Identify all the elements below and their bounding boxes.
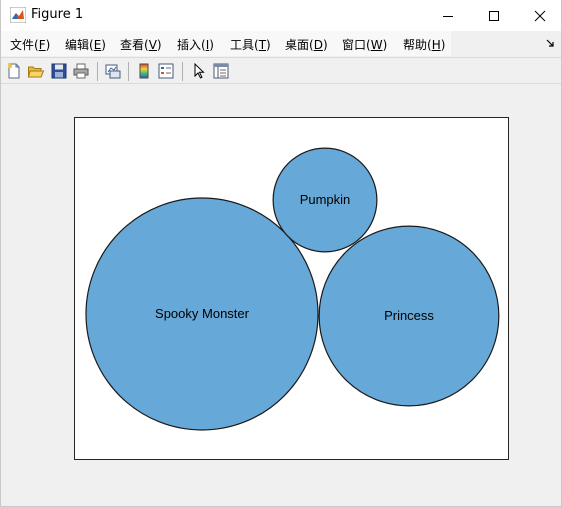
close-button[interactable]: [517, 0, 562, 31]
toolbar-separator: [182, 62, 183, 81]
open-file-icon[interactable]: [27, 62, 45, 80]
figure-window: Figure 1 文件(F) 编辑(E) 查看(V) 插入(I) 工具(T) 桌…: [0, 0, 562, 507]
save-icon[interactable]: [50, 62, 68, 80]
legend-icon[interactable]: [157, 62, 175, 80]
bubble-label: Spooky Monster: [155, 306, 250, 321]
minimize-button[interactable]: [425, 0, 471, 31]
bubble-chart: Spooky Monster Princess Pumpkin: [85, 147, 500, 431]
toolbar-separator: [128, 62, 129, 81]
menu-bar: 文件(F) 编辑(E) 查看(V) 插入(I) 工具(T) 桌面(D) 窗口(W…: [1, 31, 561, 56]
menu-edit[interactable]: 编辑(E): [65, 36, 106, 53]
menu-window[interactable]: 窗口(W): [342, 36, 387, 53]
matlab-icon: [10, 7, 26, 23]
menu-help[interactable]: 帮助(H): [403, 36, 445, 53]
maximize-icon: [489, 10, 499, 21]
print-icon[interactable]: [72, 62, 90, 80]
new-figure-icon[interactable]: [5, 62, 23, 80]
property-inspector-icon[interactable]: [212, 62, 230, 80]
title-bar[interactable]: Figure 1: [1, 0, 561, 31]
window-title: Figure 1: [31, 7, 84, 22]
menu-tools[interactable]: 工具(T): [230, 36, 271, 53]
maximize-button[interactable]: [471, 0, 517, 31]
toolbar: [1, 57, 561, 84]
minimize-icon: [443, 15, 453, 17]
pointer-icon[interactable]: [190, 62, 208, 80]
menu-insert[interactable]: 插入(I): [177, 36, 214, 53]
bubble-label: Princess: [384, 308, 434, 323]
menu-strip: 文件(F) 编辑(E) 查看(V) 插入(I) 工具(T) 桌面(D) 窗口(W…: [1, 31, 451, 56]
close-icon: [534, 10, 546, 21]
plot-axes[interactable]: Spooky Monster Princess Pumpkin: [74, 117, 509, 460]
toolbar-separator: [97, 62, 98, 81]
menu-view[interactable]: 查看(V): [120, 36, 162, 53]
bubble-label: Pumpkin: [300, 192, 351, 207]
expand-arrow-icon[interactable]: [546, 39, 555, 48]
link-plot-icon[interactable]: [104, 62, 122, 80]
menu-desktop[interactable]: 桌面(D): [285, 36, 328, 53]
colorbar-icon[interactable]: [135, 62, 153, 80]
menu-file[interactable]: 文件(F): [10, 36, 50, 53]
